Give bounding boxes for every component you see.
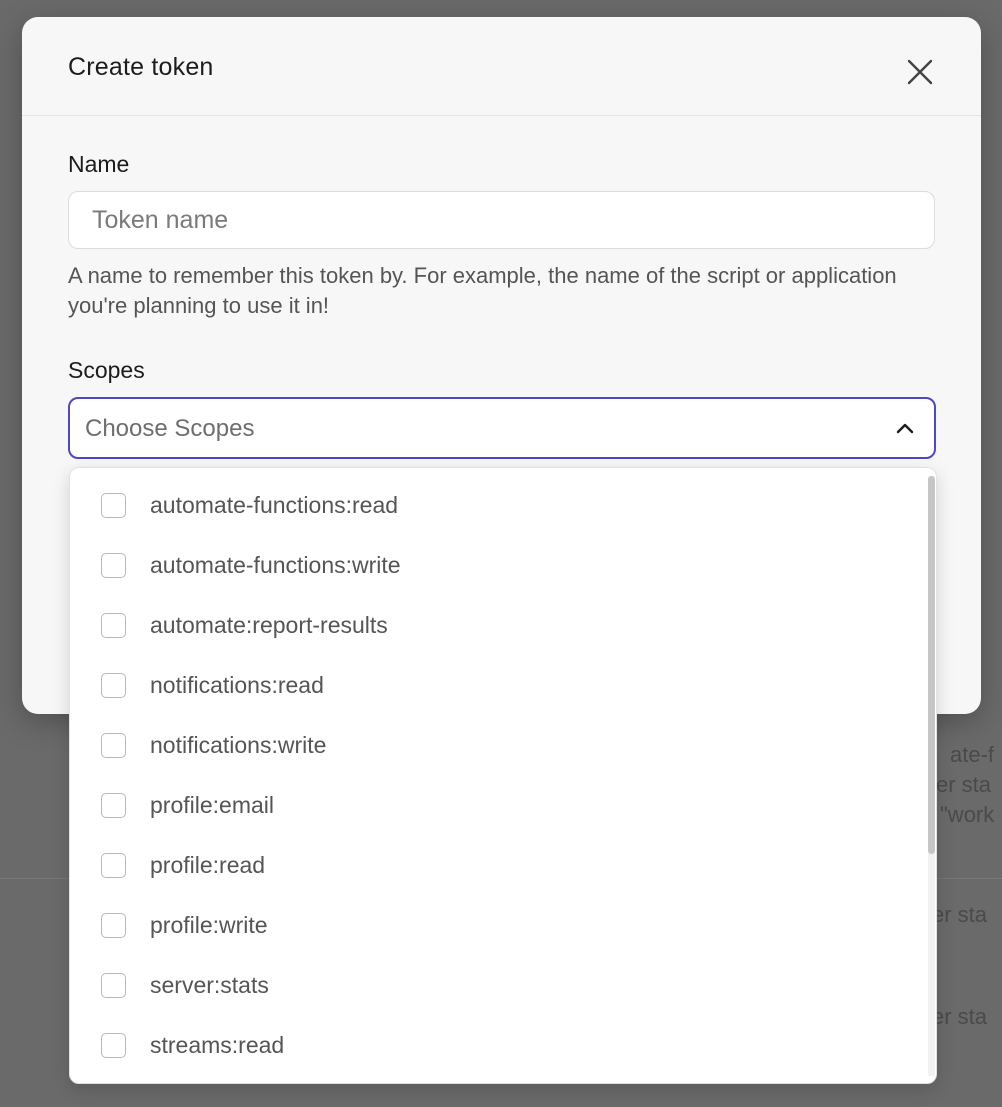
- scope-option[interactable]: profile:write: [70, 892, 926, 952]
- scope-checkbox[interactable]: [101, 493, 126, 518]
- scope-option[interactable]: profile:email: [70, 772, 926, 832]
- name-label: Name: [68, 151, 130, 177]
- close-button[interactable]: [900, 52, 940, 92]
- dialog-header: Create token: [22, 17, 981, 116]
- scope-option-label: notifications:read: [150, 672, 324, 698]
- dialog-title: Create token: [68, 53, 214, 81]
- scope-option-label: profile:read: [150, 852, 266, 878]
- background-text: "work: [940, 802, 995, 827]
- scope-option-label: profile:email: [150, 792, 274, 818]
- scope-option[interactable]: automate-functions:write: [70, 532, 926, 592]
- scope-checkbox[interactable]: [101, 733, 126, 758]
- scope-option-label: profile:write: [150, 912, 268, 938]
- scopes-label: Scopes: [68, 357, 145, 383]
- scope-option-label: automate-functions:write: [150, 552, 401, 578]
- scope-checkbox[interactable]: [101, 793, 126, 818]
- scope-option[interactable]: server:stats: [70, 952, 926, 1012]
- scope-checkbox[interactable]: [101, 853, 126, 878]
- background-text: er sta: [932, 1004, 988, 1029]
- background-text: ate-f: [950, 742, 995, 767]
- scope-option[interactable]: profile:read: [70, 832, 926, 892]
- scope-option[interactable]: streams:read: [70, 1012, 926, 1072]
- close-icon: [907, 59, 933, 85]
- scope-option[interactable]: automate-functions:read: [70, 472, 926, 532]
- scope-option[interactable]: notifications:read: [70, 652, 926, 712]
- scope-checkbox[interactable]: [101, 553, 126, 578]
- scopes-select-placeholder: Choose Scopes: [85, 415, 255, 442]
- scope-option-label: streams:read: [150, 1032, 285, 1058]
- scope-option[interactable]: notifications:write: [70, 712, 926, 772]
- scope-option-label: notifications:write: [150, 732, 327, 758]
- scope-checkbox[interactable]: [101, 973, 126, 998]
- scopes-select[interactable]: Choose Scopes: [68, 397, 936, 459]
- name-helper-text: A name to remember this token by. For ex…: [68, 263, 897, 318]
- scope-option-label: server:stats: [150, 972, 269, 998]
- background-text: er sta: [936, 772, 992, 797]
- chevron-up-icon: [896, 423, 914, 434]
- scopes-dropdown: automate-functions:read automate-functio…: [69, 467, 937, 1084]
- scope-checkbox[interactable]: [101, 613, 126, 638]
- scope-option-label: automate:report-results: [150, 612, 388, 638]
- scope-checkbox[interactable]: [101, 913, 126, 938]
- scope-option-label: automate-functions:read: [150, 492, 399, 518]
- token-name-input[interactable]: [68, 191, 935, 249]
- background-text: er sta: [932, 902, 988, 927]
- scope-option[interactable]: automate:report-results: [70, 592, 926, 652]
- scope-checkbox[interactable]: [101, 1033, 126, 1058]
- dropdown-scrollbar-thumb[interactable]: [928, 476, 935, 854]
- scope-checkbox[interactable]: [101, 673, 126, 698]
